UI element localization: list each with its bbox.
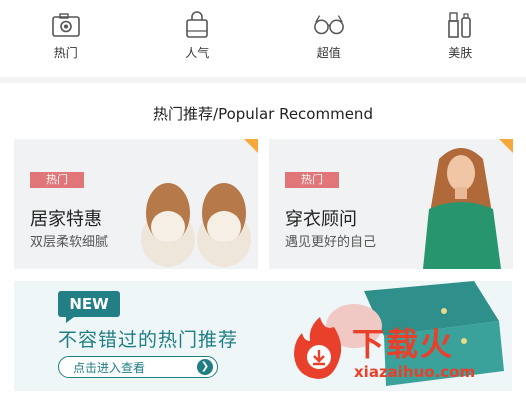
card-title: 居家特惠: [30, 209, 102, 230]
shopping-bag-icon: [181, 10, 213, 40]
card-subtitle: 遇见更好的自己: [285, 235, 377, 250]
watermark-en: xiazaihuo.com: [354, 363, 476, 381]
hot-badge: 热门: [30, 172, 84, 188]
nav-item-skincare[interactable]: 美肤: [395, 0, 526, 77]
slippers-image: [141, 183, 251, 267]
category-nav: 热门 人气 超值 美肤: [0, 0, 526, 77]
card-home[interactable]: 热门 居家特惠 双层柔软细腻: [14, 139, 258, 269]
banner-title: 不容错过的热门推荐: [58, 329, 239, 351]
watermark: 下载火 xiazaihuo.com: [290, 309, 510, 389]
nav-item-value[interactable]: 超值: [263, 0, 395, 77]
nav-label-skincare: 美肤: [448, 46, 473, 60]
hot-badge: 热门: [285, 172, 339, 188]
nav-item-popular[interactable]: 人气: [132, 0, 264, 77]
nav-label-value: 超值: [316, 46, 341, 60]
card-title: 穿衣顾问: [285, 209, 357, 230]
card-fashion[interactable]: 热门 穿衣顾问 遇见更好的自己: [269, 139, 513, 269]
arrow-right-icon: ❯: [197, 359, 213, 375]
fire-logo-icon: [294, 317, 342, 379]
watermark-cn: 下载火: [352, 325, 455, 363]
model-image: [423, 148, 501, 269]
nav-label-popular: 人气: [185, 46, 210, 60]
card-subtitle: 双层柔软细腻: [30, 235, 109, 250]
view-button-label: 点击进入查看: [73, 361, 146, 375]
nav-label-hot: 热门: [53, 46, 78, 60]
view-button[interactable]: 点击进入查看 ❯: [58, 356, 218, 378]
glasses-icon: [313, 10, 345, 40]
new-banner[interactable]: NEW 不容错过的热门推荐 点击进入查看 ❯ 下载火 xiazaihuo.com: [14, 281, 512, 391]
nav-item-hot[interactable]: 热门: [0, 0, 132, 77]
recommend-section: 热门推荐/Popular Recommend 热门 居家特惠 双层柔软细腻 热门…: [0, 83, 526, 404]
cosmetics-icon: [444, 10, 476, 40]
camera-icon: [50, 10, 82, 40]
new-tag: NEW: [58, 291, 120, 323]
corner-mark: [244, 139, 258, 153]
section-title: 热门推荐/Popular Recommend: [153, 105, 373, 123]
